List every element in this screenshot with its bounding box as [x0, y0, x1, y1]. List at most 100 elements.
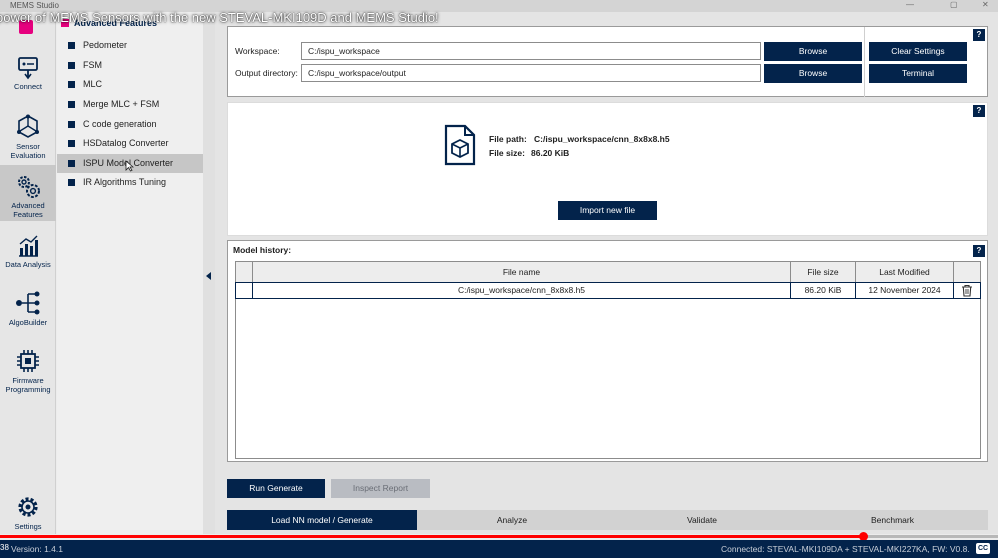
- rail-label-data-analysis: Data Analysis: [5, 260, 51, 269]
- import-new-file-button[interactable]: Import new file: [558, 201, 657, 220]
- row-file-size: 86.20 KiB: [790, 282, 856, 299]
- chart-icon: [19, 235, 38, 257]
- sensor-icon: [17, 114, 39, 138]
- bullet-icon: [68, 81, 75, 88]
- settings-icon: [18, 497, 38, 517]
- row-delete-cell[interactable]: [953, 282, 981, 299]
- submenu-item-label: IR Algorithms Tuning: [83, 177, 167, 187]
- workspace-panel: ? Workspace: C:/ispu_workspace Browse Cl…: [227, 26, 988, 97]
- rail-item-advanced-features[interactable]: Advanced Features: [0, 165, 56, 221]
- output-directory-field[interactable]: C:/ispu_workspace/output: [301, 64, 761, 82]
- submenu-item-label: C code generation: [83, 119, 157, 129]
- table-header-actions: [953, 261, 981, 283]
- bullet-icon: [68, 160, 75, 167]
- tab-analyze[interactable]: Analyze: [417, 510, 607, 530]
- submenu-item-label: MLC: [83, 79, 103, 89]
- model-history-panel: Model history: ? File name File size Las…: [227, 240, 988, 462]
- gears-icon: [18, 176, 40, 198]
- app-title: MEMS Studio: [10, 1, 59, 10]
- rail-item-data-analysis[interactable]: Data Analysis: [0, 234, 56, 280]
- model-file-icon: [444, 124, 476, 166]
- inspect-report-button[interactable]: Inspect Report: [331, 479, 430, 498]
- bullet-icon: [68, 140, 75, 147]
- workspace-browse-button[interactable]: Browse: [764, 42, 862, 61]
- video-time: 38: [0, 543, 9, 552]
- model-history-title: Model history:: [233, 245, 292, 255]
- vertical-divider: [864, 27, 865, 97]
- submenu-item-hsdatalog-converter[interactable]: HSDatalog Converter: [57, 134, 203, 153]
- rail-label-firmware-programming: Firmware Programming: [5, 376, 51, 394]
- main-content: ? Workspace: C:/ispu_workspace Browse Cl…: [215, 12, 998, 534]
- close-icon[interactable]: ✕: [982, 0, 989, 9]
- mouse-cursor-icon: [125, 160, 134, 172]
- status-bar: 38 Version: 1.4.1 Connected: STEVAL-MKI1…: [0, 540, 998, 558]
- file-size-value: 86.20 KiB: [531, 148, 570, 158]
- left-navigation-rail: Connect Sensor Evaluation Advanced Featu…: [0, 12, 56, 534]
- submenu-item-label: FSM: [83, 60, 102, 70]
- bullet-icon: [68, 62, 75, 69]
- connect-icon: [18, 57, 38, 80]
- rail-item-firmware-programming[interactable]: Firmware Programming: [0, 348, 56, 398]
- rail-item-algobuilder[interactable]: AlgoBuilder: [0, 290, 56, 330]
- rail-label-settings: Settings: [14, 522, 42, 531]
- help-button[interactable]: ?: [973, 245, 985, 257]
- rail-label-sensor-evaluation: Sensor Evaluation: [10, 142, 46, 160]
- version-label: Version: 1.4.1: [11, 544, 63, 554]
- video-title-overlay: power of MEMS Sensors with the new STEVA…: [0, 10, 998, 28]
- video-progress-bar[interactable]: [0, 532, 998, 541]
- clear-settings-button[interactable]: Clear Settings: [869, 42, 967, 61]
- rail-item-connect[interactable]: Connect: [0, 56, 56, 100]
- file-path-label: File path:: [489, 134, 527, 144]
- algo-icon: [16, 291, 40, 315]
- bullet-icon: [68, 101, 75, 108]
- tab-load-nn-model-generate[interactable]: Load NN model / Generate: [227, 510, 417, 530]
- tab-benchmark[interactable]: Benchmark: [797, 510, 988, 530]
- output-browse-button[interactable]: Browse: [764, 64, 862, 83]
- trash-icon[interactable]: [961, 284, 973, 297]
- closed-captions-button[interactable]: CC: [976, 543, 990, 554]
- rail-item-sensor-evaluation[interactable]: Sensor Evaluation: [0, 114, 56, 160]
- workspace-label: Workspace:: [235, 46, 280, 56]
- submenu-item-ir-algorithms-tuning[interactable]: IR Algorithms Tuning: [57, 173, 203, 192]
- row-checkbox[interactable]: [235, 282, 253, 299]
- submenu-item-merge-mlc-fsm[interactable]: Merge MLC + FSM: [57, 95, 203, 114]
- help-button[interactable]: ?: [973, 29, 985, 41]
- bullet-icon: [68, 121, 75, 128]
- submenu-item-label: Merge MLC + FSM: [83, 99, 160, 109]
- help-button[interactable]: ?: [973, 105, 985, 117]
- rail-label-advanced-features: Advanced Features: [11, 201, 45, 219]
- history-table: File name File size Last Modified C:/isp…: [235, 261, 981, 459]
- video-progress-fill: [0, 535, 864, 538]
- submenu-item-label: HSDatalog Converter: [83, 138, 169, 148]
- maximize-icon[interactable]: ▢: [950, 0, 958, 9]
- output-directory-label: Output directory:: [235, 68, 298, 78]
- submenu-item-mlc[interactable]: MLC: [57, 75, 203, 94]
- panel-splitter[interactable]: [203, 12, 215, 534]
- submenu-item-label: Pedometer: [83, 40, 128, 50]
- bullet-icon: [68, 179, 75, 186]
- tab-validate[interactable]: Validate: [607, 510, 797, 530]
- table-header-file-size: File size: [790, 261, 856, 283]
- row-last-modified: 12 November 2024: [855, 282, 954, 299]
- row-file-name: C:/ispu_workspace/cnn_8x8x8.h5: [252, 282, 791, 299]
- submenu-item-pedometer[interactable]: Pedometer: [57, 36, 203, 55]
- minimize-icon[interactable]: —: [906, 0, 914, 9]
- file-path-value: C:/ispu_workspace/cnn_8x8x8.h5: [534, 134, 670, 144]
- workspace-field[interactable]: C:/ispu_workspace: [301, 42, 761, 60]
- connection-status: Connected: STEVAL-MKI109DA + STEVAL-MKI2…: [721, 544, 970, 554]
- rail-label-algobuilder: AlgoBuilder: [8, 318, 48, 327]
- bullet-icon: [68, 42, 75, 49]
- collapse-arrow-icon[interactable]: [206, 272, 211, 280]
- terminal-button[interactable]: Terminal: [869, 64, 967, 83]
- table-header-select: [235, 261, 253, 283]
- submenu-item-c-code-generation[interactable]: C code generation: [57, 115, 203, 134]
- table-header-file-name: File name: [252, 261, 791, 283]
- run-generate-button[interactable]: Run Generate: [227, 479, 325, 498]
- submenu-item-fsm[interactable]: FSM: [57, 56, 203, 75]
- file-info-panel: ? File path: C:/ispu_workspace/cnn_8x8x8…: [227, 102, 988, 236]
- video-title: power of MEMS Sensors with the new STEVA…: [0, 10, 439, 25]
- table-header-last-modified: Last Modified: [855, 261, 954, 283]
- file-size-label: File size:: [489, 148, 525, 158]
- rail-label-connect: Connect: [14, 82, 42, 91]
- rail-item-settings[interactable]: Settings: [0, 494, 56, 534]
